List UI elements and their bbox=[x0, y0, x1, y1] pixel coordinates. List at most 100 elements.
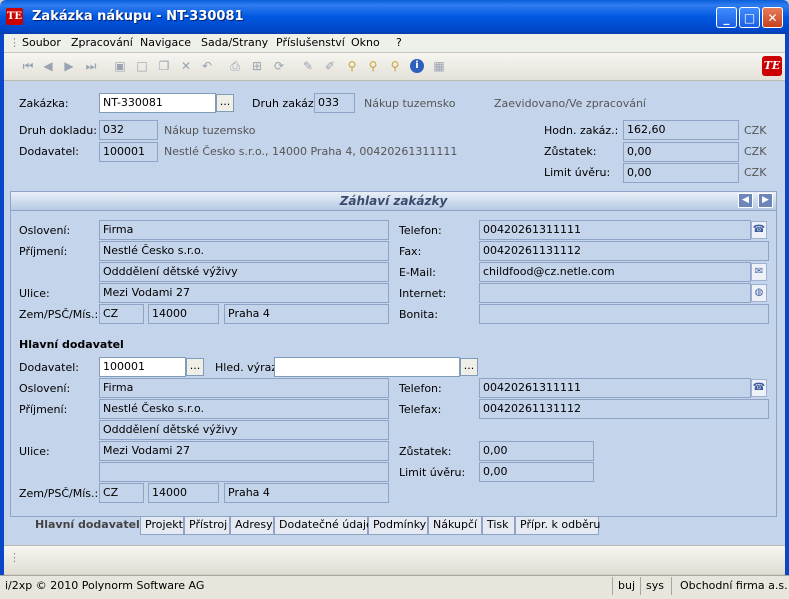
zakazka-lookup-button[interactable]: ... bbox=[216, 94, 234, 112]
undo-icon[interactable]: ↶ bbox=[200, 59, 214, 73]
prijmeni-field[interactable]: Nestlé Česko s.r.o. bbox=[99, 241, 389, 261]
oddeleni-field[interactable]: Odddělení dětské výživy bbox=[99, 262, 389, 282]
find-icon[interactable]: ⚲ bbox=[345, 59, 359, 73]
tab-dodatecne-udaje[interactable]: Dodatečné údaje bbox=[274, 517, 373, 535]
supplier-lookup-button[interactable]: ... bbox=[186, 358, 204, 376]
limit-value: 0,00 bbox=[623, 163, 739, 183]
window-border-right bbox=[785, 34, 789, 575]
supplier-ulice-field[interactable]: Mezi Vodami 27 bbox=[99, 441, 389, 461]
misto-field[interactable]: Praha 4 bbox=[224, 304, 389, 324]
prijmeni-label: Příjmení: bbox=[19, 245, 68, 258]
app-icon[interactable]: TE bbox=[6, 8, 23, 25]
menu-soubor[interactable]: Soubor bbox=[22, 36, 61, 49]
print-icon[interactable]: ⎙ bbox=[228, 59, 242, 73]
phone-icon[interactable]: ☎ bbox=[751, 221, 767, 239]
supplier-zem-field[interactable]: CZ bbox=[99, 483, 144, 503]
search-icon[interactable]: ⚲ bbox=[366, 59, 380, 73]
toolbar-grip: ⋮ bbox=[9, 551, 20, 564]
limit-label: Limit úvěru: bbox=[544, 166, 611, 179]
edit-icon[interactable]: ✎ bbox=[301, 59, 315, 73]
supplier-osloveni-label: Oslovení: bbox=[19, 382, 71, 395]
tab-nakupci[interactable]: Nákupčí bbox=[428, 517, 482, 535]
hled-vyraz-lookup-button[interactable]: ... bbox=[460, 358, 478, 376]
status-separator bbox=[612, 577, 613, 595]
email-field[interactable]: childfood@cz.netle.com bbox=[479, 262, 751, 282]
telefon-label: Telefon: bbox=[399, 224, 442, 237]
zustatek-value: 0,00 bbox=[623, 142, 739, 162]
supplier-psc-field[interactable]: 14000 bbox=[148, 483, 219, 503]
close-button[interactable]: ✕ bbox=[762, 7, 783, 28]
supplier-limit-field: 0,00 bbox=[479, 462, 594, 482]
tab-tisk[interactable]: Tisk bbox=[482, 517, 515, 535]
tab-pripr-k-odberu[interactable]: Přípr. k odběru bbox=[515, 517, 600, 535]
maximize-button[interactable]: □ bbox=[739, 7, 760, 28]
info-icon[interactable]: i bbox=[410, 59, 424, 73]
hodnota-label: Hodn. zakáz.: bbox=[544, 124, 619, 137]
edit2-icon[interactable]: ✐ bbox=[323, 59, 337, 73]
menu-okno[interactable]: Okno bbox=[351, 36, 380, 49]
supplier-ulice2-field[interactable] bbox=[99, 462, 389, 482]
tab-pristroj[interactable]: Přístroj bbox=[184, 517, 230, 535]
menu-help[interactable]: ? bbox=[396, 36, 402, 49]
zakazka-input[interactable]: NT-330081 bbox=[99, 93, 216, 113]
supplier-oddeleni-field[interactable]: Odddělení dětské výživy bbox=[99, 420, 389, 440]
supplier-prijmeni-label: Příjmení: bbox=[19, 403, 68, 416]
copy-icon[interactable]: ❐ bbox=[157, 59, 171, 73]
zem-label: Zem/PSČ/Mís.: bbox=[19, 308, 99, 321]
telefon-field[interactable]: 00420261311111 bbox=[479, 220, 751, 240]
osloveni-field[interactable]: Firma bbox=[99, 220, 389, 240]
ulice-field[interactable]: Mezi Vodami 27 bbox=[99, 283, 389, 303]
menu-prislusenstvi[interactable]: Příslušenství bbox=[276, 36, 345, 49]
calc-icon[interactable]: ▦ bbox=[432, 59, 446, 73]
supplier-telefon-field[interactable]: 00420261311111 bbox=[479, 378, 751, 398]
supplier-zustatek-label: Zůstatek: bbox=[399, 445, 452, 458]
psc-field[interactable]: 14000 bbox=[148, 304, 219, 324]
last-icon[interactable]: ⏭ bbox=[84, 59, 98, 73]
supplier-telefax-field[interactable]: 00420261131112 bbox=[479, 399, 769, 419]
fax-label: Fax: bbox=[399, 245, 422, 258]
supplier-phone-icon[interactable]: ☎ bbox=[751, 379, 767, 397]
tab-projekt[interactable]: Projekt bbox=[140, 517, 184, 535]
delete-icon[interactable]: ✕ bbox=[179, 59, 193, 73]
zakazka-label: Zakázka: bbox=[19, 97, 69, 110]
menu-zpracovani[interactable]: Zpracování bbox=[71, 36, 133, 49]
supplier-misto-field[interactable]: Praha 4 bbox=[224, 483, 389, 503]
bonita-field[interactable] bbox=[479, 304, 769, 324]
hodnota-value: 162,60 bbox=[623, 120, 739, 140]
save-icon[interactable]: ▣ bbox=[113, 59, 127, 73]
tab-adresy[interactable]: Adresy bbox=[230, 517, 274, 535]
hled-vyraz-input[interactable] bbox=[274, 357, 460, 377]
supplier-ulice-label: Ulice: bbox=[19, 445, 50, 458]
refresh-icon[interactable]: ⟳ bbox=[272, 59, 286, 73]
status-company: Obchodní firma a.s. bbox=[680, 579, 788, 592]
section-title: Záhlaví zakázky bbox=[339, 194, 448, 208]
dodavatel-text: Nestlé Česko s.r.o., 14000 Praha 4, 0042… bbox=[164, 145, 458, 158]
limit-currency: CZK bbox=[744, 166, 767, 179]
globe-icon[interactable]: ◍ bbox=[751, 284, 767, 302]
first-icon[interactable]: ⏮ bbox=[21, 59, 35, 73]
zoom-icon[interactable]: ⚲ bbox=[388, 59, 402, 73]
menu-navigace[interactable]: Navigace bbox=[140, 36, 191, 49]
supplier-limit-label: Limit úvěru: bbox=[399, 466, 466, 479]
internet-field[interactable] bbox=[479, 283, 751, 303]
supplier-osloveni-field[interactable]: Firma bbox=[99, 378, 389, 398]
tab-hlavni-dodavatel[interactable]: Hlavní dodavatel bbox=[31, 517, 140, 535]
tab-podminky[interactable]: Podmínky bbox=[368, 517, 428, 535]
prev-icon[interactable]: ◀ bbox=[41, 59, 55, 73]
osloveni-label: Oslovení: bbox=[19, 224, 71, 237]
internet-label: Internet: bbox=[399, 287, 447, 300]
supplier-heading: Hlavní dodavatel bbox=[19, 338, 124, 351]
supplier-prijmeni-field[interactable]: Nestlé Česko s.r.o. bbox=[99, 399, 389, 419]
tree-icon[interactable]: ⊞ bbox=[250, 59, 264, 73]
zem-field[interactable]: CZ bbox=[99, 304, 144, 324]
mail-icon[interactable]: ✉ bbox=[751, 263, 767, 281]
new-icon[interactable]: □ bbox=[135, 59, 149, 73]
supplier-dodavatel-input[interactable]: 100001 bbox=[99, 357, 186, 377]
window-title: Zakázka nákupu - NT-330081 bbox=[32, 9, 244, 24]
menu-sada-strany[interactable]: Sada/Strany bbox=[201, 36, 268, 49]
fax-field[interactable]: 00420261131112 bbox=[479, 241, 769, 261]
minimize-button[interactable]: _ bbox=[716, 7, 737, 28]
section-next-button[interactable]: ▶ bbox=[758, 193, 773, 208]
section-prev-button[interactable]: ◀ bbox=[738, 193, 753, 208]
next-icon[interactable]: ▶ bbox=[62, 59, 76, 73]
